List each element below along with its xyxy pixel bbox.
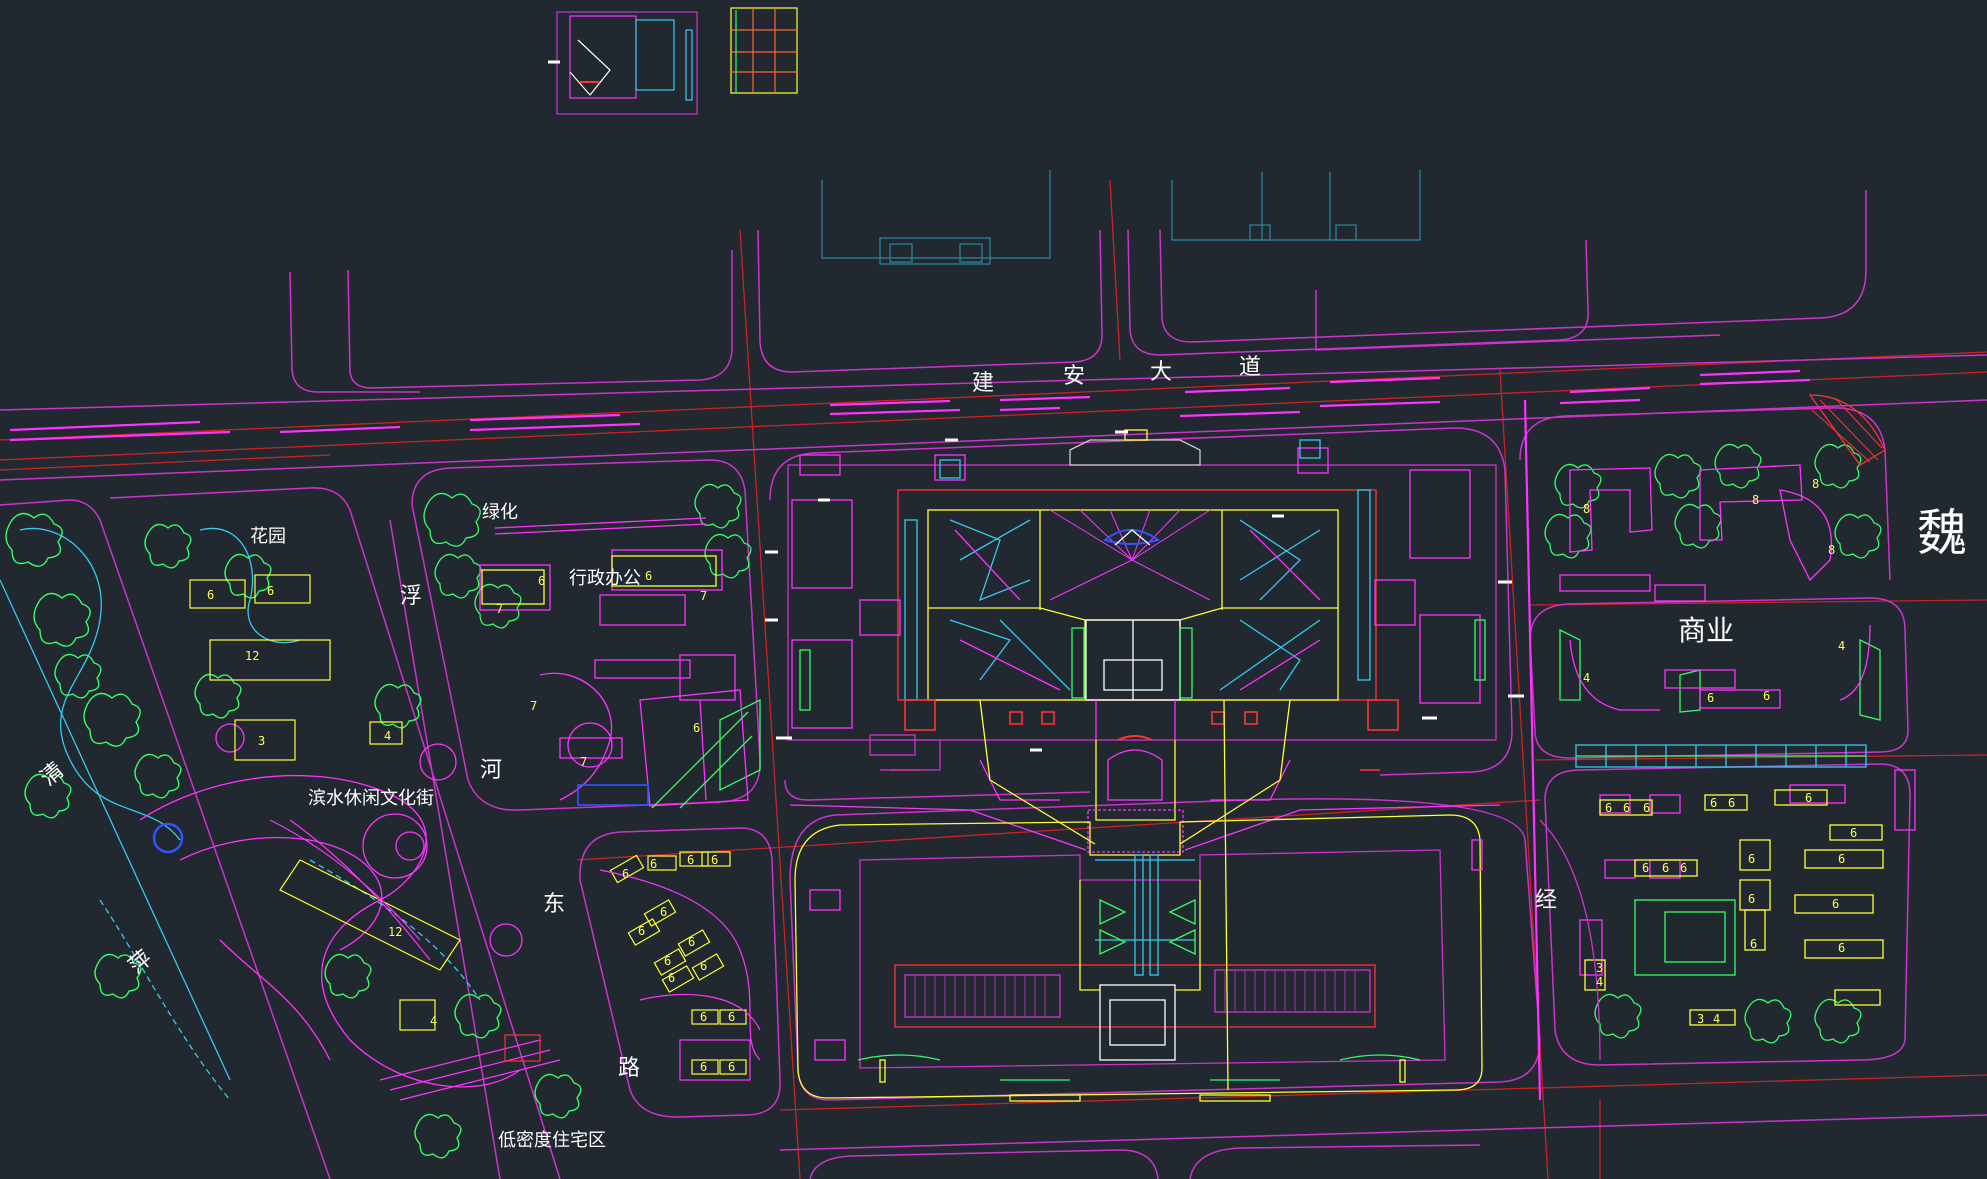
floor-count: 6 (1642, 861, 1650, 875)
admin-office-block (423, 483, 761, 809)
floor-count: 6 (700, 1010, 708, 1024)
floor-count: 3 (1596, 961, 1604, 975)
cad-model-space[interactable]: { "roads": { "jianan_1": "建", "jianan_2"… (0, 0, 1987, 1179)
road-edges (0, 190, 1987, 1179)
floor-count: 6 (207, 588, 215, 602)
floor-count: 6 (688, 935, 696, 949)
road-label-jing: 经 (1535, 888, 1558, 913)
floor-count: 6 (645, 569, 653, 583)
floor-count: 6 (1832, 897, 1840, 911)
floor-count: 3 (258, 734, 266, 748)
zone-label-waterfront-street: 滨水休闲文化街 (308, 788, 434, 809)
central-complex (787, 429, 1501, 853)
zone-label-garden: 花园 (250, 526, 286, 547)
floor-count: 4 (1838, 639, 1846, 653)
thumbnail-plan-a (548, 11, 698, 115)
floor-count: 6 (1750, 937, 1758, 951)
road-label-wei: 魏 (1917, 504, 1967, 562)
floor-count: 4 (1596, 975, 1604, 989)
north-existing-structures (821, 170, 1421, 265)
floor-count: 3 (1697, 1012, 1705, 1026)
floor-count: 8 (1828, 543, 1836, 557)
central-south-complex (794, 699, 1483, 1102)
floor-count: 6 (267, 584, 275, 598)
floor-count: 4 (1583, 671, 1591, 685)
floor-count: 6 (1763, 689, 1771, 703)
southwest-residential (599, 851, 761, 1081)
floor-count: 6 (1680, 861, 1688, 875)
floor-count: 4 (1713, 1012, 1721, 1026)
floor-count: 6 (638, 924, 646, 938)
floor-count: 6 (700, 1060, 708, 1074)
floor-count: 6 (1850, 826, 1858, 840)
floor-count: 8 (1752, 493, 1760, 507)
road-label-fuyi-3: 东 (543, 892, 566, 917)
road-label-fuyi-4: 路 (618, 1056, 641, 1081)
floor-count: 4 (430, 1014, 438, 1028)
floor-count: 6 (728, 1010, 736, 1024)
floor-count: 6 (660, 905, 668, 919)
floor-count: 12 (245, 649, 260, 663)
floor-count: 6 (1838, 941, 1846, 955)
zone-label-admin-office: 行政办公 (569, 568, 641, 589)
floor-count: 7 (700, 589, 708, 603)
floor-count: 6 (1728, 796, 1736, 810)
road-label-jianan-3: 大 (1150, 360, 1173, 385)
zone-label-greening: 绿化 (482, 502, 518, 523)
road-label-fuyi-2: 河 (480, 758, 503, 783)
floor-count: 6 (1748, 892, 1756, 906)
floor-count: 6 (1805, 791, 1813, 805)
floor-count: 6 (1662, 861, 1670, 875)
road-label-jianan-1: 建 (972, 371, 995, 396)
floor-count: 7 (530, 699, 538, 713)
floor-count: 6 (1710, 796, 1718, 810)
road-label-fuyi-1: 浮 (400, 584, 423, 609)
floor-count: 8 (1812, 477, 1820, 491)
floor-count: 7 (496, 602, 504, 616)
floor-count: 6 (728, 1060, 736, 1074)
road-label-jianan-4: 道 (1239, 355, 1262, 380)
floor-count: 6 (687, 853, 695, 867)
floor-count: 6 (668, 971, 676, 985)
floor-count: 6 (650, 857, 658, 871)
road-label-jianan-2: 安 (1063, 364, 1086, 389)
floor-count: 6 (711, 853, 719, 867)
floor-count: 6 (622, 867, 630, 881)
floor-count: 6 (664, 954, 672, 968)
thumbnail-plan-b (730, 7, 798, 94)
zone-label-commercial: 商业 (1678, 614, 1735, 647)
floor-count: 6 (1643, 801, 1651, 815)
floor-count: 8 (1583, 502, 1591, 516)
floor-count: 4 (384, 729, 392, 743)
floor-count: 12 (388, 925, 403, 939)
floor-count: 6 (1623, 801, 1631, 815)
floor-count: 7 (580, 755, 588, 769)
floor-count: 6 (538, 574, 546, 588)
zone-label-low-density-residential: 低密度住宅区 (498, 1130, 606, 1151)
site-plan-drawing (0, 7, 1987, 1179)
floor-count: 6 (1707, 691, 1715, 705)
floor-count: 6 (700, 959, 708, 973)
floor-count: 6 (1838, 852, 1846, 866)
floor-count: 6 (693, 721, 701, 735)
floor-count: 6 (1748, 852, 1756, 866)
floor-count: 6 (1605, 801, 1613, 815)
